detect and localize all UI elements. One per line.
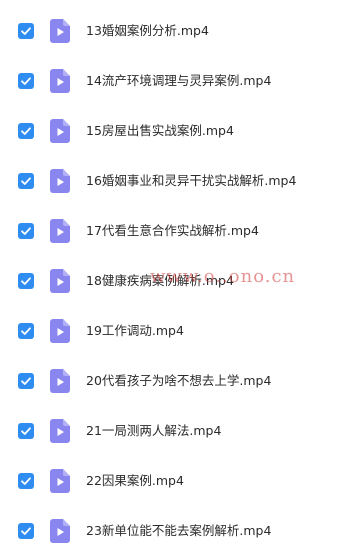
- file-name: 21一局测两人解法.mp4: [86, 423, 222, 438]
- file-name: 16婚姻事业和灵异干扰实战解析.mp4: [86, 173, 297, 188]
- video-file-icon: [50, 169, 70, 193]
- watermark: www.o..ono.cn: [150, 266, 296, 287]
- video-file-icon: [50, 519, 70, 543]
- file-row[interactable]: 14流产环境调理与灵异案例.mp4: [0, 57, 338, 107]
- file-row[interactable]: 22因果案例.mp4: [0, 457, 338, 507]
- video-file-icon: [50, 469, 70, 493]
- checkbox-checked-icon[interactable]: [18, 273, 34, 289]
- file-name: 22因果案例.mp4: [86, 473, 184, 488]
- checkbox-checked-icon[interactable]: [18, 173, 34, 189]
- video-file-icon: [50, 219, 70, 243]
- checkbox-checked-icon[interactable]: [18, 123, 34, 139]
- file-row[interactable]: 15房屋出售实战案例.mp4: [0, 107, 338, 157]
- video-file-icon: [50, 369, 70, 393]
- checkbox-checked-icon[interactable]: [18, 473, 34, 489]
- file-name: 19工作调动.mp4: [86, 323, 184, 338]
- file-name: 13婚姻案例分析.mp4: [86, 23, 209, 38]
- checkbox-checked-icon[interactable]: [18, 373, 34, 389]
- file-row[interactable]: 19工作调动.mp4: [0, 307, 338, 357]
- file-row[interactable]: 16婚姻事业和灵异干扰实战解析.mp4: [0, 157, 338, 207]
- checkbox-checked-icon[interactable]: [18, 323, 34, 339]
- file-name: 14流产环境调理与灵异案例.mp4: [86, 73, 272, 88]
- video-file-icon: [50, 19, 70, 43]
- checkbox-checked-icon[interactable]: [18, 73, 34, 89]
- file-row[interactable]: 13婚姻案例分析.mp4: [0, 7, 338, 57]
- file-row[interactable]: 20代看孩子为啥不想去上学.mp4: [0, 357, 338, 407]
- file-list: 13婚姻案例分析.mp4 14流产环境调理与灵异案例.mp4 15房屋出售实战案…: [0, 0, 338, 557]
- file-name: 15房屋出售实战案例.mp4: [86, 123, 234, 138]
- file-name: 20代看孩子为啥不想去上学.mp4: [86, 373, 272, 388]
- video-file-icon: [50, 419, 70, 443]
- checkbox-checked-icon[interactable]: [18, 423, 34, 439]
- file-name: 23新单位能不能去案例解析.mp4: [86, 523, 272, 538]
- file-row[interactable]: 17代看生意合作实战解析.mp4: [0, 207, 338, 257]
- video-file-icon: [50, 269, 70, 293]
- video-file-icon: [50, 69, 70, 93]
- file-name: 17代看生意合作实战解析.mp4: [86, 223, 259, 238]
- checkbox-checked-icon[interactable]: [18, 523, 34, 539]
- checkbox-checked-icon[interactable]: [18, 23, 34, 39]
- video-file-icon: [50, 119, 70, 143]
- checkbox-checked-icon[interactable]: [18, 223, 34, 239]
- video-file-icon: [50, 319, 70, 343]
- file-row[interactable]: 23新单位能不能去案例解析.mp4: [0, 507, 338, 557]
- file-row[interactable]: 21一局测两人解法.mp4: [0, 407, 338, 457]
